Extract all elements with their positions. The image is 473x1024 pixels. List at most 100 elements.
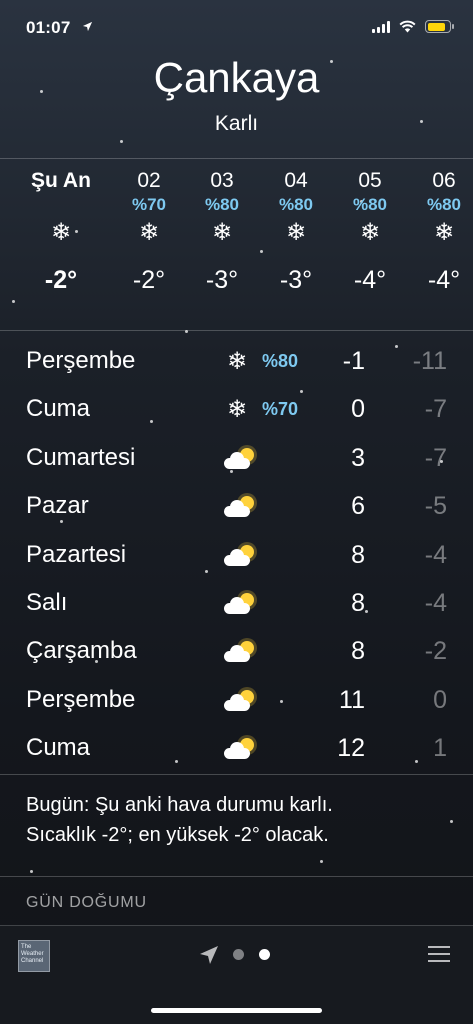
day-name: Cuma (26, 395, 91, 423)
divider (0, 158, 473, 159)
hour-label: 05 (358, 169, 382, 192)
hour-temp: -4° (427, 266, 461, 294)
day-name: Pazartesi (26, 540, 127, 568)
hourly-item-now: Şu An ❄ -2° (24, 168, 98, 328)
partly-cloudy-icon (222, 689, 256, 714)
snowflake-icon: ❄ (226, 348, 248, 375)
daily-row: Salı 8 -4 (0, 579, 473, 627)
partly-cloudy-icon (222, 544, 256, 569)
page-dot-active[interactable] (259, 949, 270, 960)
hour-label: 06 (432, 169, 456, 192)
divider (0, 876, 473, 877)
hourly-item: 05 %80 ❄ -4° (333, 168, 407, 328)
day-low: -2 (424, 637, 447, 666)
hour-label: 02 (137, 169, 161, 192)
hour-temp: -3° (279, 266, 313, 294)
hour-precip: %80 (426, 195, 462, 214)
snowflake-icon: ❄ (226, 396, 248, 424)
daily-row: Pazartesi 8 -4 (0, 531, 473, 579)
snowflake-icon: ❄ (285, 219, 307, 246)
hourly-item: 03 %80 ❄ -3° (185, 168, 259, 328)
daily-row: Cumartesi 3 -7 (0, 434, 473, 482)
day-high: -1 (342, 347, 365, 375)
day-name: Cumartesi (26, 443, 136, 471)
location-arrow-icon[interactable] (198, 944, 220, 966)
partly-cloudy-icon (222, 641, 256, 665)
day-name: Cuma (26, 734, 91, 762)
list-icon[interactable] (428, 945, 450, 963)
day-low: -7 (424, 395, 447, 424)
hour-precip: %80 (352, 195, 388, 214)
battery-icon (425, 20, 454, 33)
snowflake-icon: ❄ (359, 219, 381, 246)
hourly-item: 06 %80 ❄ -4° (407, 168, 473, 328)
day-high: 12 (337, 734, 365, 763)
day-name: Perşembe (26, 347, 136, 374)
partly-cloudy-icon (222, 496, 256, 520)
snowflake-icon: ❄ (433, 219, 455, 246)
hourly-item: 04 %80 ❄ -3° (259, 168, 333, 328)
hour-precip: %80 (204, 195, 240, 214)
day-name: Pazar (26, 492, 89, 520)
page-dot[interactable] (233, 949, 244, 960)
daily-row: Çarşamba 8 -2 (0, 627, 473, 675)
daily-row: Cuma ❄ %70 0 -7 (0, 385, 473, 433)
daily-forecast[interactable]: Perşembe ❄ %80 -1 -11 Cuma ❄ %70 0 -7 Cu… (0, 337, 473, 773)
day-low: -7 (424, 443, 447, 472)
day-low: 1 (433, 734, 447, 763)
day-low: 0 (433, 685, 447, 714)
hour-precip: %70 (131, 195, 167, 214)
hour-label: 03 (210, 169, 234, 192)
day-high: 8 (351, 540, 365, 569)
current-condition: Karlı (214, 112, 259, 135)
day-high: 11 (339, 685, 365, 714)
day-precip: %80 (262, 351, 299, 371)
city-name: Çankaya (153, 54, 320, 101)
hour-label: Şu An (31, 169, 91, 192)
wifi-icon (399, 20, 416, 33)
summary-line: Bugün: Şu anki hava durumu karlı. (26, 794, 333, 816)
day-low: -4 (424, 588, 447, 617)
day-name: Çarşamba (26, 637, 137, 665)
divider (0, 774, 473, 775)
day-low: -4 (424, 540, 447, 569)
daily-row: Pazar 6 -5 (0, 482, 473, 530)
day-low: -5 (424, 492, 447, 521)
divider (0, 330, 473, 331)
hour-temp: -2° (44, 266, 78, 294)
summary-line: Sıcaklık -2°; en yüksek -2° olacak. (26, 824, 329, 846)
day-name: Perşembe (26, 685, 136, 713)
weather-summary: Bugün: Şu anki hava durumu karlı. Sıcakl… (26, 790, 456, 850)
home-indicator[interactable] (151, 1008, 322, 1013)
status-icons (372, 20, 454, 33)
day-high: 8 (351, 588, 365, 617)
hour-precip: %80 (278, 195, 314, 214)
partly-cloudy-icon (222, 592, 256, 617)
day-name: Salı (26, 588, 68, 616)
snowflake-icon: ❄ (211, 219, 233, 246)
day-low: -11 (412, 347, 447, 375)
daily-row: Perşembe 11 0 (0, 676, 473, 724)
hourly-forecast[interactable]: Şu An ❄ -2° 02 %70 ❄ -2° 03 %80 ❄ -3° 04… (0, 168, 473, 328)
hour-temp: -2° (132, 266, 166, 294)
day-high: 6 (351, 492, 365, 521)
day-high: 3 (351, 443, 365, 472)
partly-cloudy-icon (222, 738, 256, 762)
day-high: 8 (351, 637, 365, 666)
cellular-signal-icon (372, 20, 390, 33)
hour-temp: -3° (205, 266, 239, 294)
snowflake-icon: ❄ (138, 219, 160, 246)
snowflake-icon: ❄ (50, 219, 72, 246)
hour-label: 04 (284, 169, 308, 192)
hourly-item: 02 %70 ❄ -2° (112, 168, 186, 328)
sunrise-label: GÜN DOĞUMU (26, 894, 147, 911)
status-bar: 01:07 (0, 0, 473, 56)
partly-cloudy-icon (222, 447, 256, 472)
status-time: 01:07 (26, 18, 71, 37)
day-precip: %70 (262, 399, 299, 420)
daily-row: Cuma 12 1 (0, 724, 473, 772)
daily-row: Perşembe ❄ %80 -1 -11 (0, 337, 473, 385)
hour-precip (24, 194, 98, 216)
weather-channel-logo[interactable]: The Weather Channel (18, 940, 50, 972)
location-arrow-icon (82, 20, 93, 35)
